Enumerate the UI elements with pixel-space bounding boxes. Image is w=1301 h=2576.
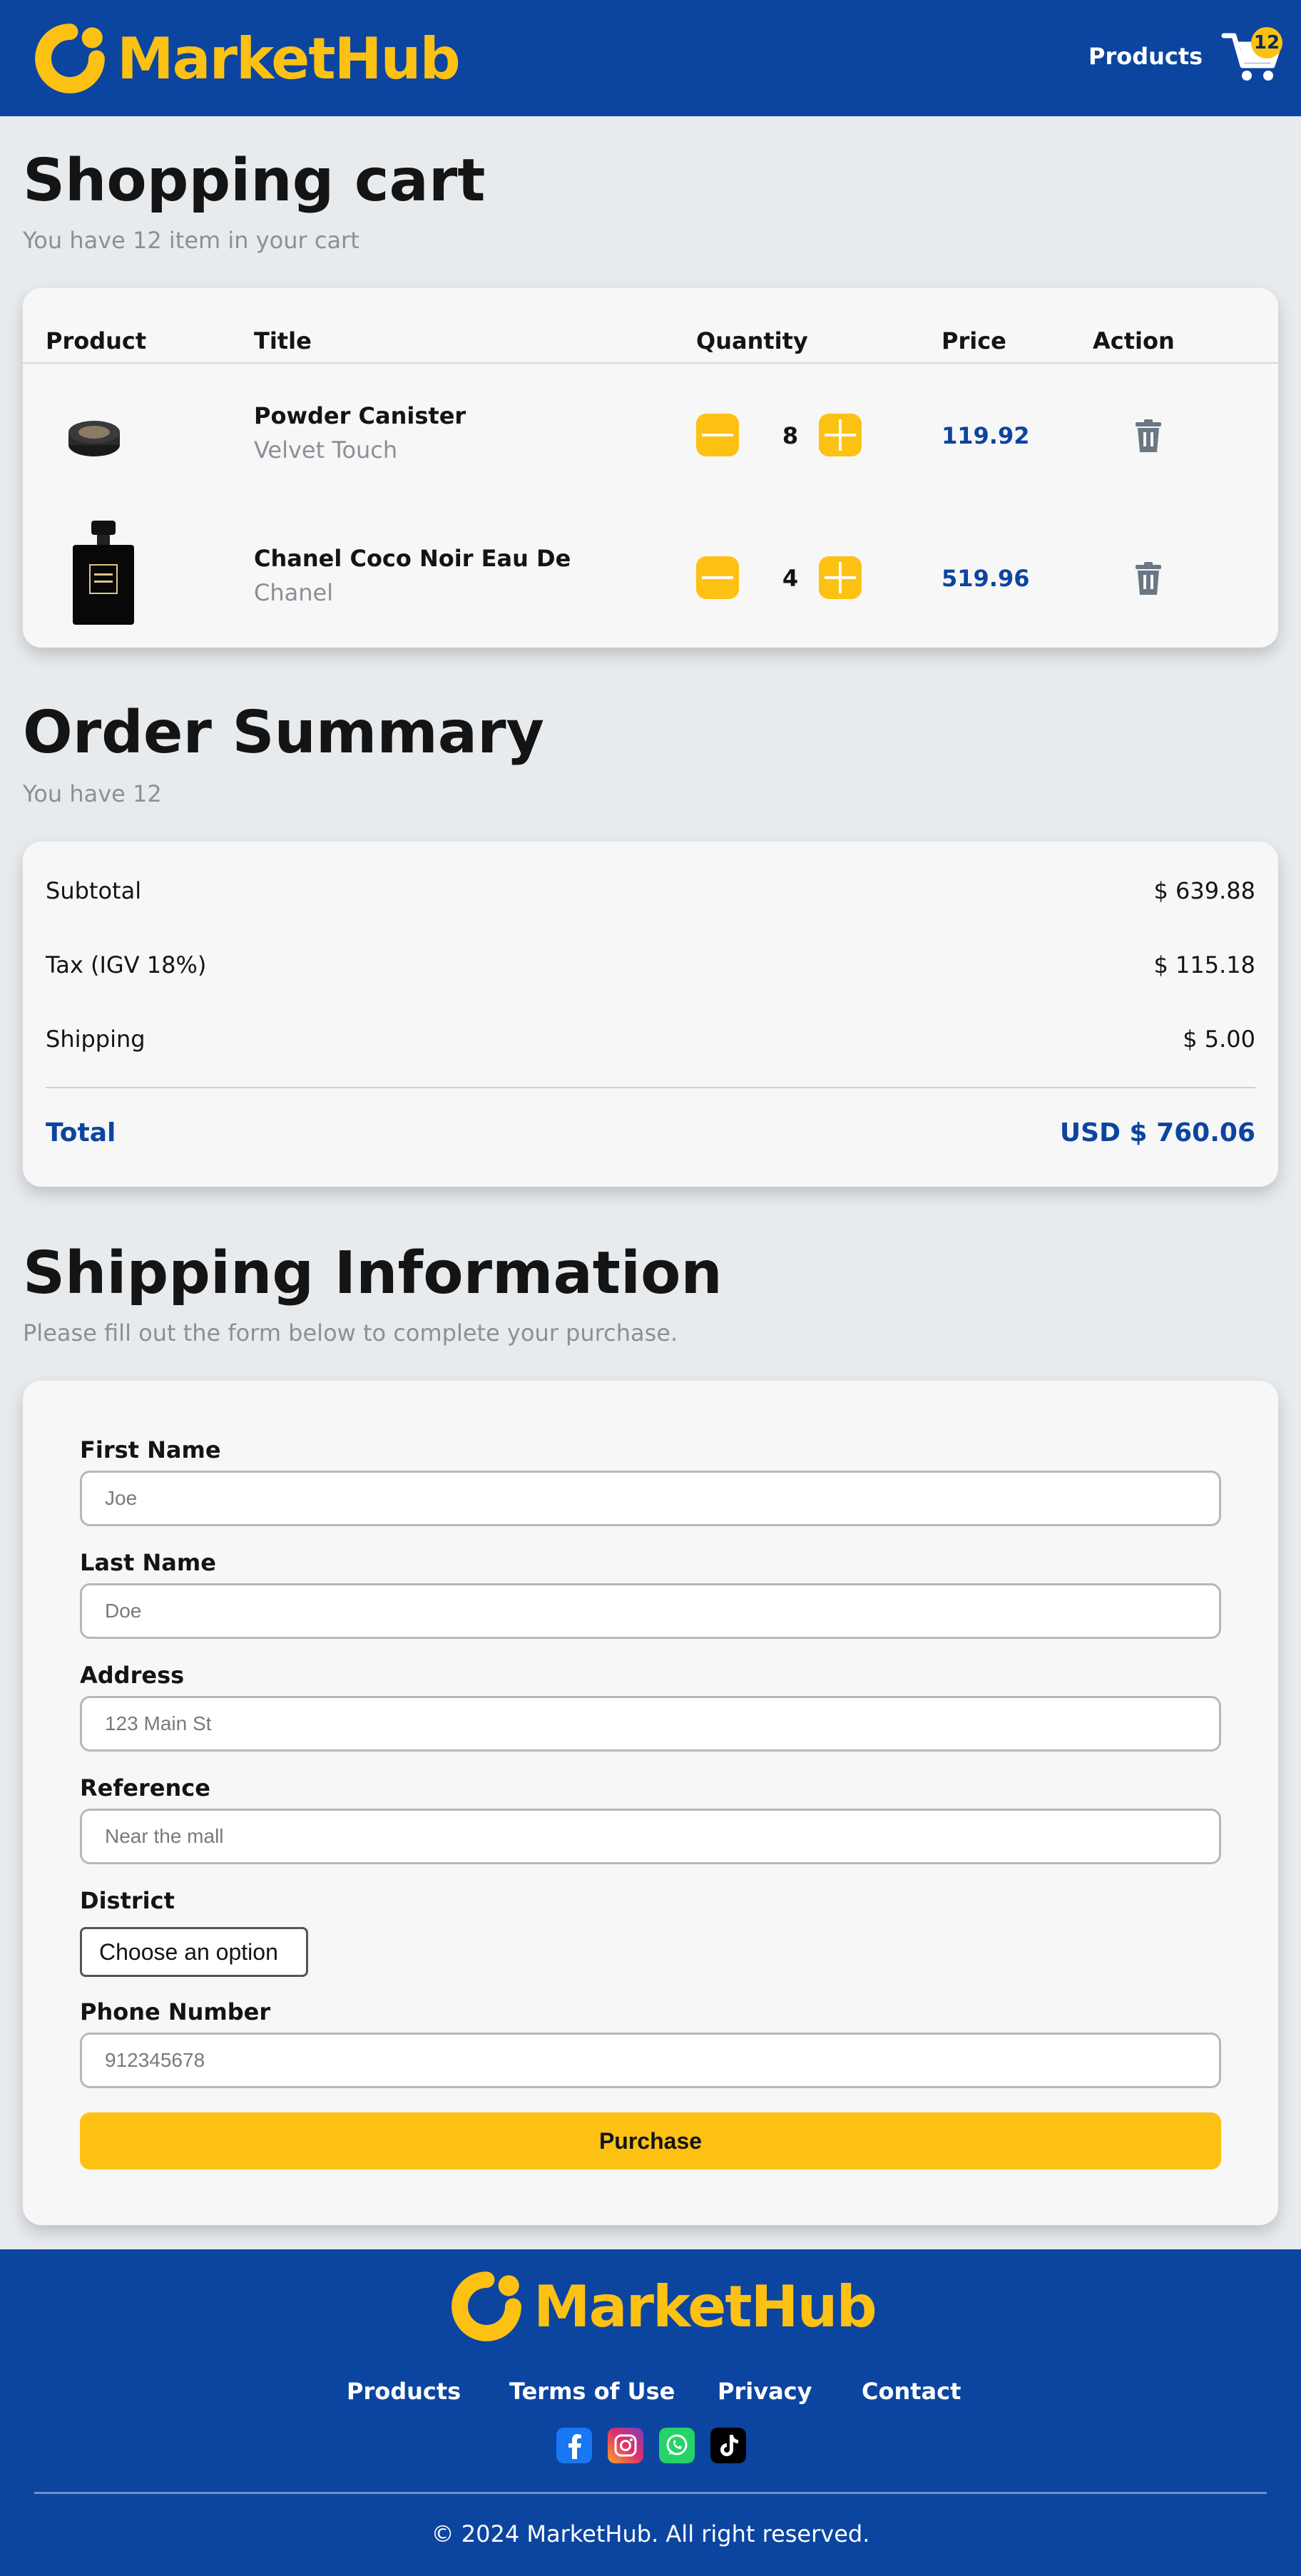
total-value: USD $ 760.06 xyxy=(1059,1118,1255,1148)
whatsapp-icon[interactable] xyxy=(659,2428,695,2463)
phone-input[interactable] xyxy=(80,2033,1221,2088)
item-price: 119.92 xyxy=(942,422,1030,449)
tax-value: $ 115.18 xyxy=(1153,951,1256,978)
footer-link-products[interactable]: Products xyxy=(347,2378,461,2405)
footer-link-privacy[interactable]: Privacy xyxy=(718,2378,812,2405)
district-select[interactable]: Choose an option xyxy=(80,1927,308,1977)
district-label: District xyxy=(80,1887,175,1914)
shipping-value: $ 5.00 xyxy=(1183,1026,1255,1053)
subtotal-value: $ 639.88 xyxy=(1153,877,1256,904)
minus-icon xyxy=(702,576,733,579)
footer-link-contact[interactable]: Contact xyxy=(862,2378,961,2405)
increase-quantity-button[interactable] xyxy=(819,414,862,456)
item-name: Chanel Coco Noir Eau De xyxy=(254,545,571,572)
table-row: Chanel Coco Noir Eau De Chanel 4 519.96 xyxy=(23,506,1278,649)
tiktok-icon[interactable] xyxy=(710,2428,746,2463)
reference-label: Reference xyxy=(80,1774,210,1801)
first-name-input[interactable] xyxy=(80,1471,1221,1526)
purchase-button[interactable]: Purchase xyxy=(80,2112,1221,2169)
shipping-subtitle: Please fill out the form below to comple… xyxy=(23,1319,678,1346)
shipping-title: Shipping Information xyxy=(23,1240,723,1307)
decrease-quantity-button[interactable] xyxy=(696,556,739,599)
powder-canister-image xyxy=(68,421,120,456)
logo-mark-icon xyxy=(451,2271,521,2341)
col-header-product: Product xyxy=(46,327,147,354)
reference-input[interactable] xyxy=(80,1809,1221,1864)
site-footer: MarketHub Products Terms of Use Privacy … xyxy=(0,2249,1301,2576)
cart-subtitle: You have 12 item in your cart xyxy=(23,227,359,254)
col-header-quantity: Quantity xyxy=(696,327,808,354)
address-label: Address xyxy=(80,1662,185,1689)
item-name: Powder Canister xyxy=(254,402,466,429)
last-name-label: Last Name xyxy=(80,1549,216,1576)
col-header-action: Action xyxy=(1093,327,1175,354)
chanel-perfume-image xyxy=(73,521,134,625)
shipping-form-card: First Name Last Name Address Reference D… xyxy=(23,1381,1278,2225)
footer-link-terms[interactable]: Terms of Use xyxy=(509,2378,675,2405)
instagram-icon[interactable] xyxy=(608,2428,643,2463)
increase-quantity-button[interactable] xyxy=(819,556,862,599)
summary-divider xyxy=(46,1087,1255,1088)
nav-products-link[interactable]: Products xyxy=(1088,43,1203,70)
summary-title: Order Summary xyxy=(23,699,544,767)
copyright-text: © 2024 MarketHub. All right reserved. xyxy=(431,2520,870,2547)
subtotal-label: Subtotal xyxy=(46,877,142,904)
quantity-value: 8 xyxy=(782,422,799,449)
logo-mark-icon xyxy=(35,24,105,93)
item-brand: Chanel xyxy=(254,579,334,606)
col-header-title: Title xyxy=(254,327,312,354)
cart-table: Product Title Quantity Price Action Powd… xyxy=(23,288,1278,648)
item-brand: Velvet Touch xyxy=(254,436,398,464)
item-price: 519.96 xyxy=(942,565,1030,592)
district-selected-value: Choose an option xyxy=(99,1938,278,1965)
address-input[interactable] xyxy=(80,1696,1221,1752)
footer-divider xyxy=(34,2492,1267,2494)
tax-label: Tax (IGV 18%) xyxy=(46,951,207,978)
first-name-label: First Name xyxy=(80,1436,221,1463)
trash-icon[interactable] xyxy=(1134,562,1163,595)
trash-icon[interactable] xyxy=(1134,419,1163,452)
top-header: MarketHub Products 12 xyxy=(0,0,1301,116)
col-header-price: Price xyxy=(942,327,1006,354)
brand-name: MarketHub xyxy=(117,25,461,92)
order-summary-card: Subtotal $ 639.88 Tax (IGV 18%) $ 115.18… xyxy=(23,842,1278,1187)
table-row: Powder Canister Velvet Touch 8 119.92 xyxy=(23,364,1278,506)
plus-icon xyxy=(825,562,856,593)
brand-logo[interactable]: MarketHub xyxy=(33,21,461,96)
cart-count-badge: 12 xyxy=(1251,27,1282,58)
plus-icon xyxy=(825,419,856,451)
minus-icon xyxy=(702,434,733,436)
footer-brand-name: MarketHub xyxy=(534,2273,877,2340)
shipping-label: Shipping xyxy=(46,1026,146,1053)
last-name-input[interactable] xyxy=(80,1583,1221,1639)
cart-title: Shopping cart xyxy=(23,147,486,215)
summary-subtitle: You have 12 xyxy=(23,780,162,807)
quantity-value: 4 xyxy=(782,565,799,592)
phone-label: Phone Number xyxy=(80,1998,271,2025)
total-label: Total xyxy=(46,1118,116,1148)
facebook-icon[interactable] xyxy=(556,2428,592,2463)
decrease-quantity-button[interactable] xyxy=(696,414,739,456)
footer-brand-logo[interactable]: MarketHub xyxy=(449,2269,877,2344)
